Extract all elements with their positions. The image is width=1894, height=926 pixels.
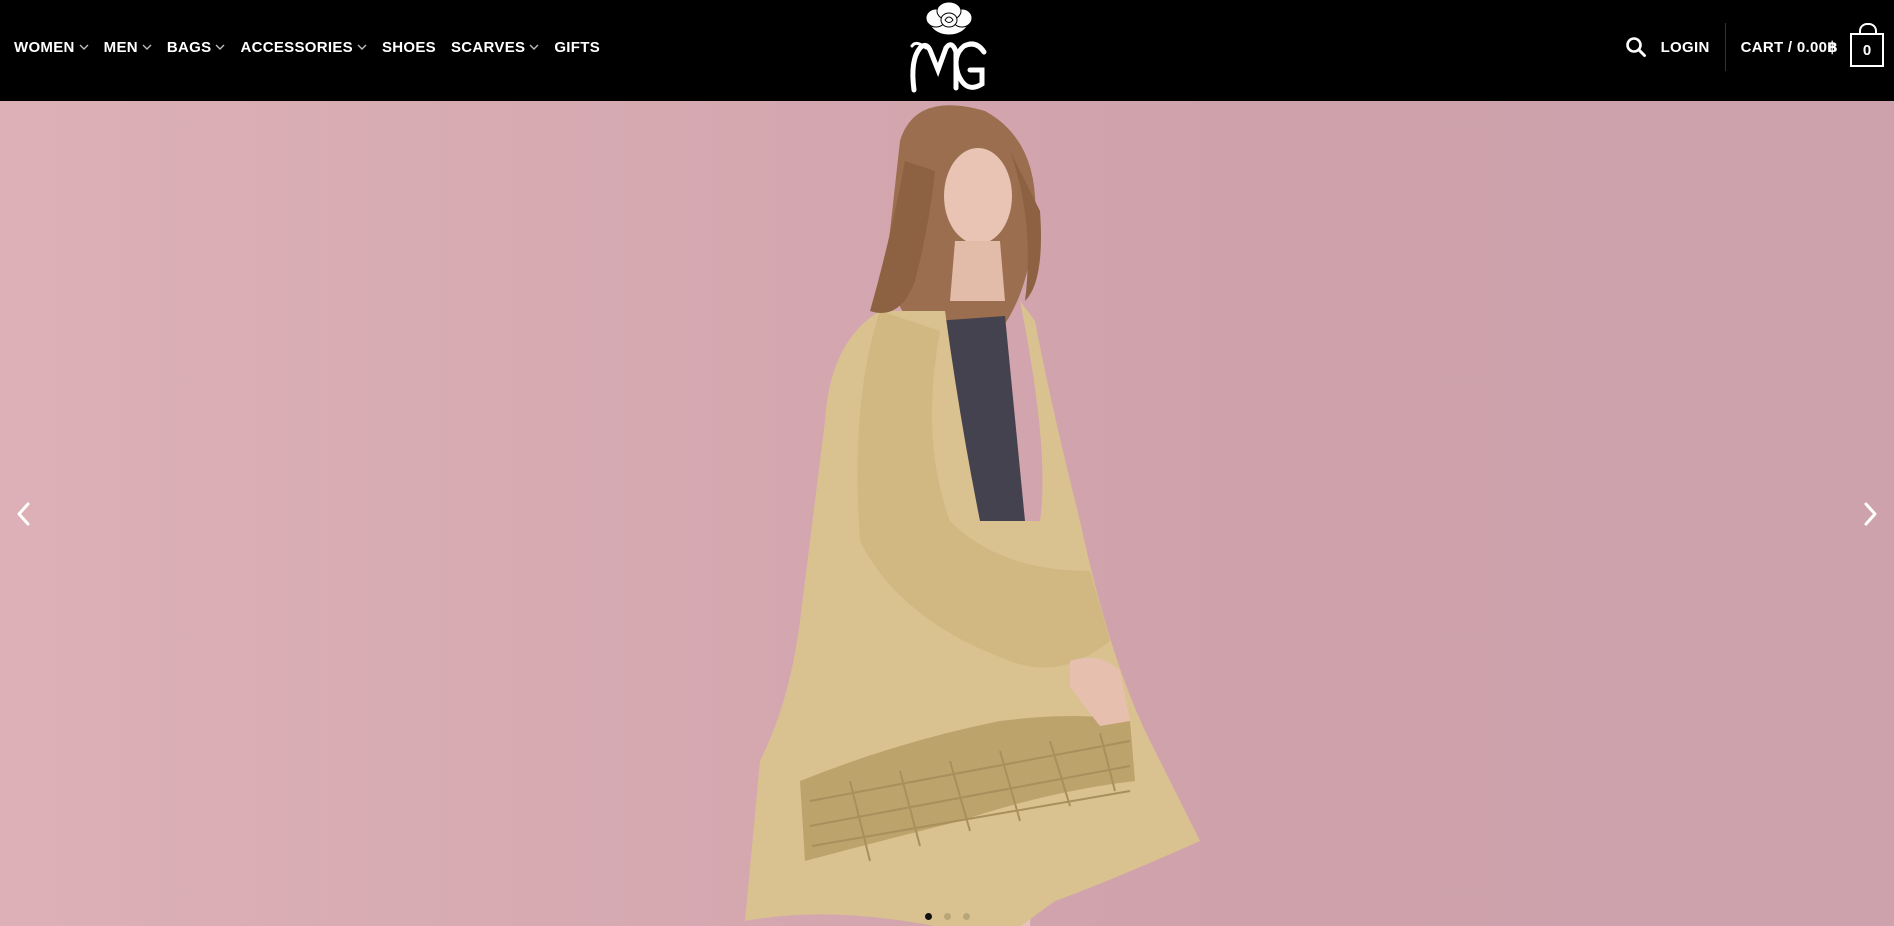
nav-women[interactable]: WOMEN [14,39,89,56]
nav-men-label: MEN [103,38,138,56]
nav-gifts-label: GIFTS [554,38,600,56]
hero-slider[interactable] [0,101,1894,926]
nav-bags[interactable]: BAGS [167,39,226,56]
nav-accessories[interactable]: ACCESSORIES [240,39,367,56]
chevron-left-icon [15,501,31,532]
nav-scarves[interactable]: SCARVES [451,39,539,56]
slider-next-button[interactable] [1856,496,1886,536]
nav-shoes-label: SHOES [381,38,436,56]
header-divider [1724,23,1726,71]
slider-dots [0,913,1894,920]
chevron-down-icon [357,42,367,52]
cart-link[interactable]: CART / 0.00฿ [1741,38,1838,56]
cart-bag-icon [1859,23,1877,35]
hero-model-image [745,105,1200,926]
cart-count-badge[interactable]: 0 [1850,23,1884,67]
nav-accessories-label: ACCESSORIES [240,38,353,56]
nav-gifts[interactable]: GIFTS [554,39,600,56]
nav-scarves-label: SCARVES [450,38,526,56]
slider-dot-1[interactable] [924,913,932,920]
nav-shoes[interactable]: SHOES [382,39,436,56]
login-link[interactable]: LOGIN [1661,39,1710,56]
account-nav: LOGIN CART / 0.00฿ 0 [1625,0,1884,94]
slider-prev-button[interactable] [8,496,38,536]
rose-mg-monogram-logo[interactable] [906,0,992,96]
chevron-down-icon [79,42,89,52]
slider-dot-3[interactable] [962,913,970,920]
search-icon[interactable] [1625,36,1647,58]
main-nav: WOMEN MEN BAGS ACCESSORIES SHOES SCARVES… [14,0,615,94]
nav-women-label: WOMEN [14,38,75,56]
cart-count: 0 [1862,41,1872,59]
slider-dot-2[interactable] [943,913,951,920]
chevron-down-icon [529,42,539,52]
site-header: WOMEN MEN BAGS ACCESSORIES SHOES SCARVES… [0,0,1894,101]
chevron-down-icon [142,42,152,52]
chevron-down-icon [215,42,225,52]
nav-bags-label: BAGS [166,38,212,56]
chevron-right-icon [1863,501,1879,532]
nav-men[interactable]: MEN [104,39,152,56]
